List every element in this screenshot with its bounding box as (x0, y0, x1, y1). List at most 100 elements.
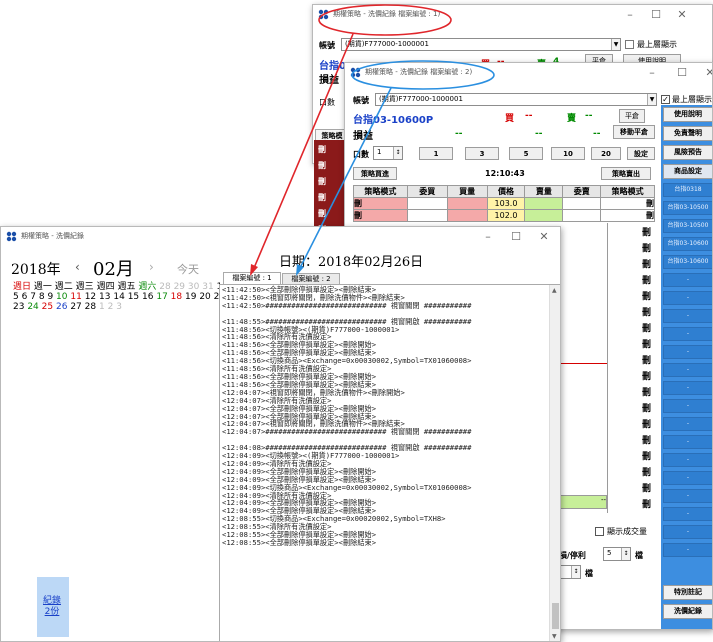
side-product-item[interactable]: 台指03-10600 (663, 237, 712, 251)
strategy-cell[interactable]: 刪 (353, 209, 408, 222)
delete-mark[interactable]: 刪 (642, 257, 651, 270)
strategy-cell-right[interactable]: 刪 (600, 209, 655, 222)
scroll-thumb[interactable] (552, 603, 559, 629)
side-product-item[interactable]: 台指03-10500 (663, 219, 712, 233)
delete-mark[interactable]: 刪 (642, 417, 651, 430)
calendar-day[interactable]: 27 (70, 302, 81, 312)
account-select[interactable]: (期貨)F777000-1000001 ▼ (375, 93, 657, 106)
qty-button-20[interactable]: 20 (591, 147, 621, 160)
delete-mark[interactable]: 刪 (642, 273, 651, 286)
delete-mark[interactable]: 刪 (642, 353, 651, 366)
side-product-item[interactable]: - (663, 309, 712, 323)
delete-mark[interactable]: 刪 (642, 385, 651, 398)
delete-mark[interactable]: 刪 (642, 401, 651, 414)
scroll-down-icon[interactable]: ▼ (552, 633, 557, 640)
maximize-icon[interactable]: ☐ (675, 66, 689, 79)
side-product-item[interactable]: - (663, 327, 712, 341)
calendar-day[interactable]: 18 (171, 292, 182, 302)
side-risk-button[interactable]: 風險預告 (663, 145, 712, 160)
ask-order-cell[interactable] (562, 209, 602, 222)
calendar-day[interactable]: 24 (27, 302, 38, 312)
strategy-sell-button[interactable]: 策略賣出 (601, 167, 651, 180)
year-label[interactable]: 2018年 (11, 259, 61, 279)
side-product-item[interactable]: - (663, 489, 712, 503)
table-row[interactable]: 刪 102.0 刪 (353, 209, 655, 222)
delete-mark[interactable]: 刪 (642, 369, 651, 382)
tick-stepper[interactable]: ↕ (559, 565, 581, 579)
title-bar[interactable]: 期權策略 - 洗價紀錄 檔案編號 : 1) – ☐ ✕ (313, 5, 712, 25)
side-product-setting-button[interactable]: 商品設定 (663, 164, 712, 179)
delete-mark[interactable]: 刪 (642, 225, 651, 238)
special-note-button[interactable]: 特別註記 (663, 585, 712, 600)
checkbox-icon[interactable]: ✓ (661, 95, 670, 104)
strat-row[interactable]: 刪 (318, 176, 326, 187)
delete-mark[interactable]: 刪 (642, 481, 651, 494)
delete-mark[interactable]: 刪 (642, 305, 651, 318)
qty-button-1[interactable]: 1 (419, 147, 453, 160)
side-product-item[interactable]: - (663, 471, 712, 485)
side-product-item[interactable]: - (663, 381, 712, 395)
side-product-item[interactable]: 台指03-10500 (663, 201, 712, 215)
qty-button-5[interactable]: 5 (509, 147, 543, 160)
log-area[interactable]: <11:42:50><全部刪除停損單設定><刪除結束> <11:42:50><視窗… (219, 284, 560, 641)
strat-row[interactable]: 刪 (318, 160, 326, 171)
next-month-icon[interactable]: › (149, 260, 154, 274)
calendar-day[interactable]: 7 (30, 292, 36, 302)
delete-mark[interactable]: 刪 (642, 449, 651, 462)
minimize-icon[interactable]: – (623, 8, 637, 21)
side-product-item[interactable]: - (663, 453, 712, 467)
today-button[interactable]: 今天 (177, 261, 199, 277)
delete-mark[interactable]: 刪 (642, 337, 651, 350)
calendar-day[interactable]: 20 (199, 292, 210, 302)
delete-mark[interactable]: 刪 (642, 241, 651, 254)
calendar-day[interactable]: 6 (22, 292, 28, 302)
side-product-item[interactable]: 台指03-10600 (663, 255, 712, 269)
side-product-item[interactable]: - (663, 273, 712, 287)
calendar-day[interactable]: 9 (47, 292, 53, 302)
account-select[interactable]: (期貨)F777000-1000001 ▼ (341, 38, 621, 51)
calendar-day[interactable]: 3 (116, 302, 122, 312)
calendar-day[interactable]: 1 (99, 302, 105, 312)
ask-order-cell[interactable] (562, 197, 602, 210)
calendar-day[interactable]: 12 (85, 292, 96, 302)
side-product-item[interactable]: - (663, 399, 712, 413)
flat-button[interactable]: 平倉 (619, 109, 645, 123)
calendar-day[interactable]: 2 (108, 302, 114, 312)
calendar-day-selected[interactable]: 26 (56, 302, 67, 312)
prev-month-icon[interactable]: ‹ (75, 260, 80, 274)
side-product-item[interactable]: - (663, 417, 712, 431)
close-icon[interactable]: ✕ (675, 8, 689, 21)
scroll-up-icon[interactable]: ▲ (552, 287, 557, 294)
maximize-icon[interactable]: ☐ (509, 230, 523, 243)
strat-row[interactable]: 刪 (318, 144, 326, 155)
side-product-item[interactable]: - (663, 525, 712, 539)
log-scrollbar[interactable]: ▲ ▼ (549, 285, 560, 641)
calendar-day[interactable]: 28 (159, 282, 170, 292)
calendar-day[interactable]: 15 (128, 292, 139, 302)
side-product-item[interactable]: - (663, 291, 712, 305)
close-icon[interactable]: ✕ (537, 230, 551, 243)
delete-mark[interactable]: 刪 (642, 465, 651, 478)
side-product-item[interactable]: 台指0318 (663, 183, 712, 197)
stop-stepper[interactable]: 5 ↕ (603, 547, 631, 561)
file-tab-2[interactable]: 檔案編號 : 2 (282, 273, 340, 284)
bid-order-cell[interactable] (406, 197, 448, 210)
calendar-day[interactable]: 8 (39, 292, 45, 302)
calendar-day[interactable]: 25 (42, 302, 53, 312)
title-bar[interactable]: 期權策略 - 洗價紀錄 檔案編號 : 2) – ☐ ✕ (345, 63, 712, 83)
calendar-day[interactable]: 13 (99, 292, 110, 302)
side-disclaimer-button[interactable]: 免責聲明 (663, 126, 712, 141)
side-product-item[interactable]: - (663, 363, 712, 377)
calendar-day[interactable]: 28 (85, 302, 96, 312)
qty-button-10[interactable]: 10 (551, 147, 585, 160)
delete-mark[interactable]: 刪 (642, 497, 651, 510)
strategy-cell[interactable]: 刪 (353, 197, 408, 210)
bid-order-cell[interactable] (406, 209, 448, 222)
calendar-day[interactable]: 11 (70, 292, 81, 302)
strat-row[interactable]: 刪 (318, 208, 326, 219)
delete-mark[interactable]: 刪 (642, 321, 651, 334)
delete-mark[interactable]: 刪 (642, 289, 651, 302)
strategy-cell-right[interactable]: 刪 (600, 197, 655, 210)
calendar-day[interactable]: 29 (174, 282, 185, 292)
move-flat-button[interactable]: 移動平倉 (613, 125, 655, 139)
